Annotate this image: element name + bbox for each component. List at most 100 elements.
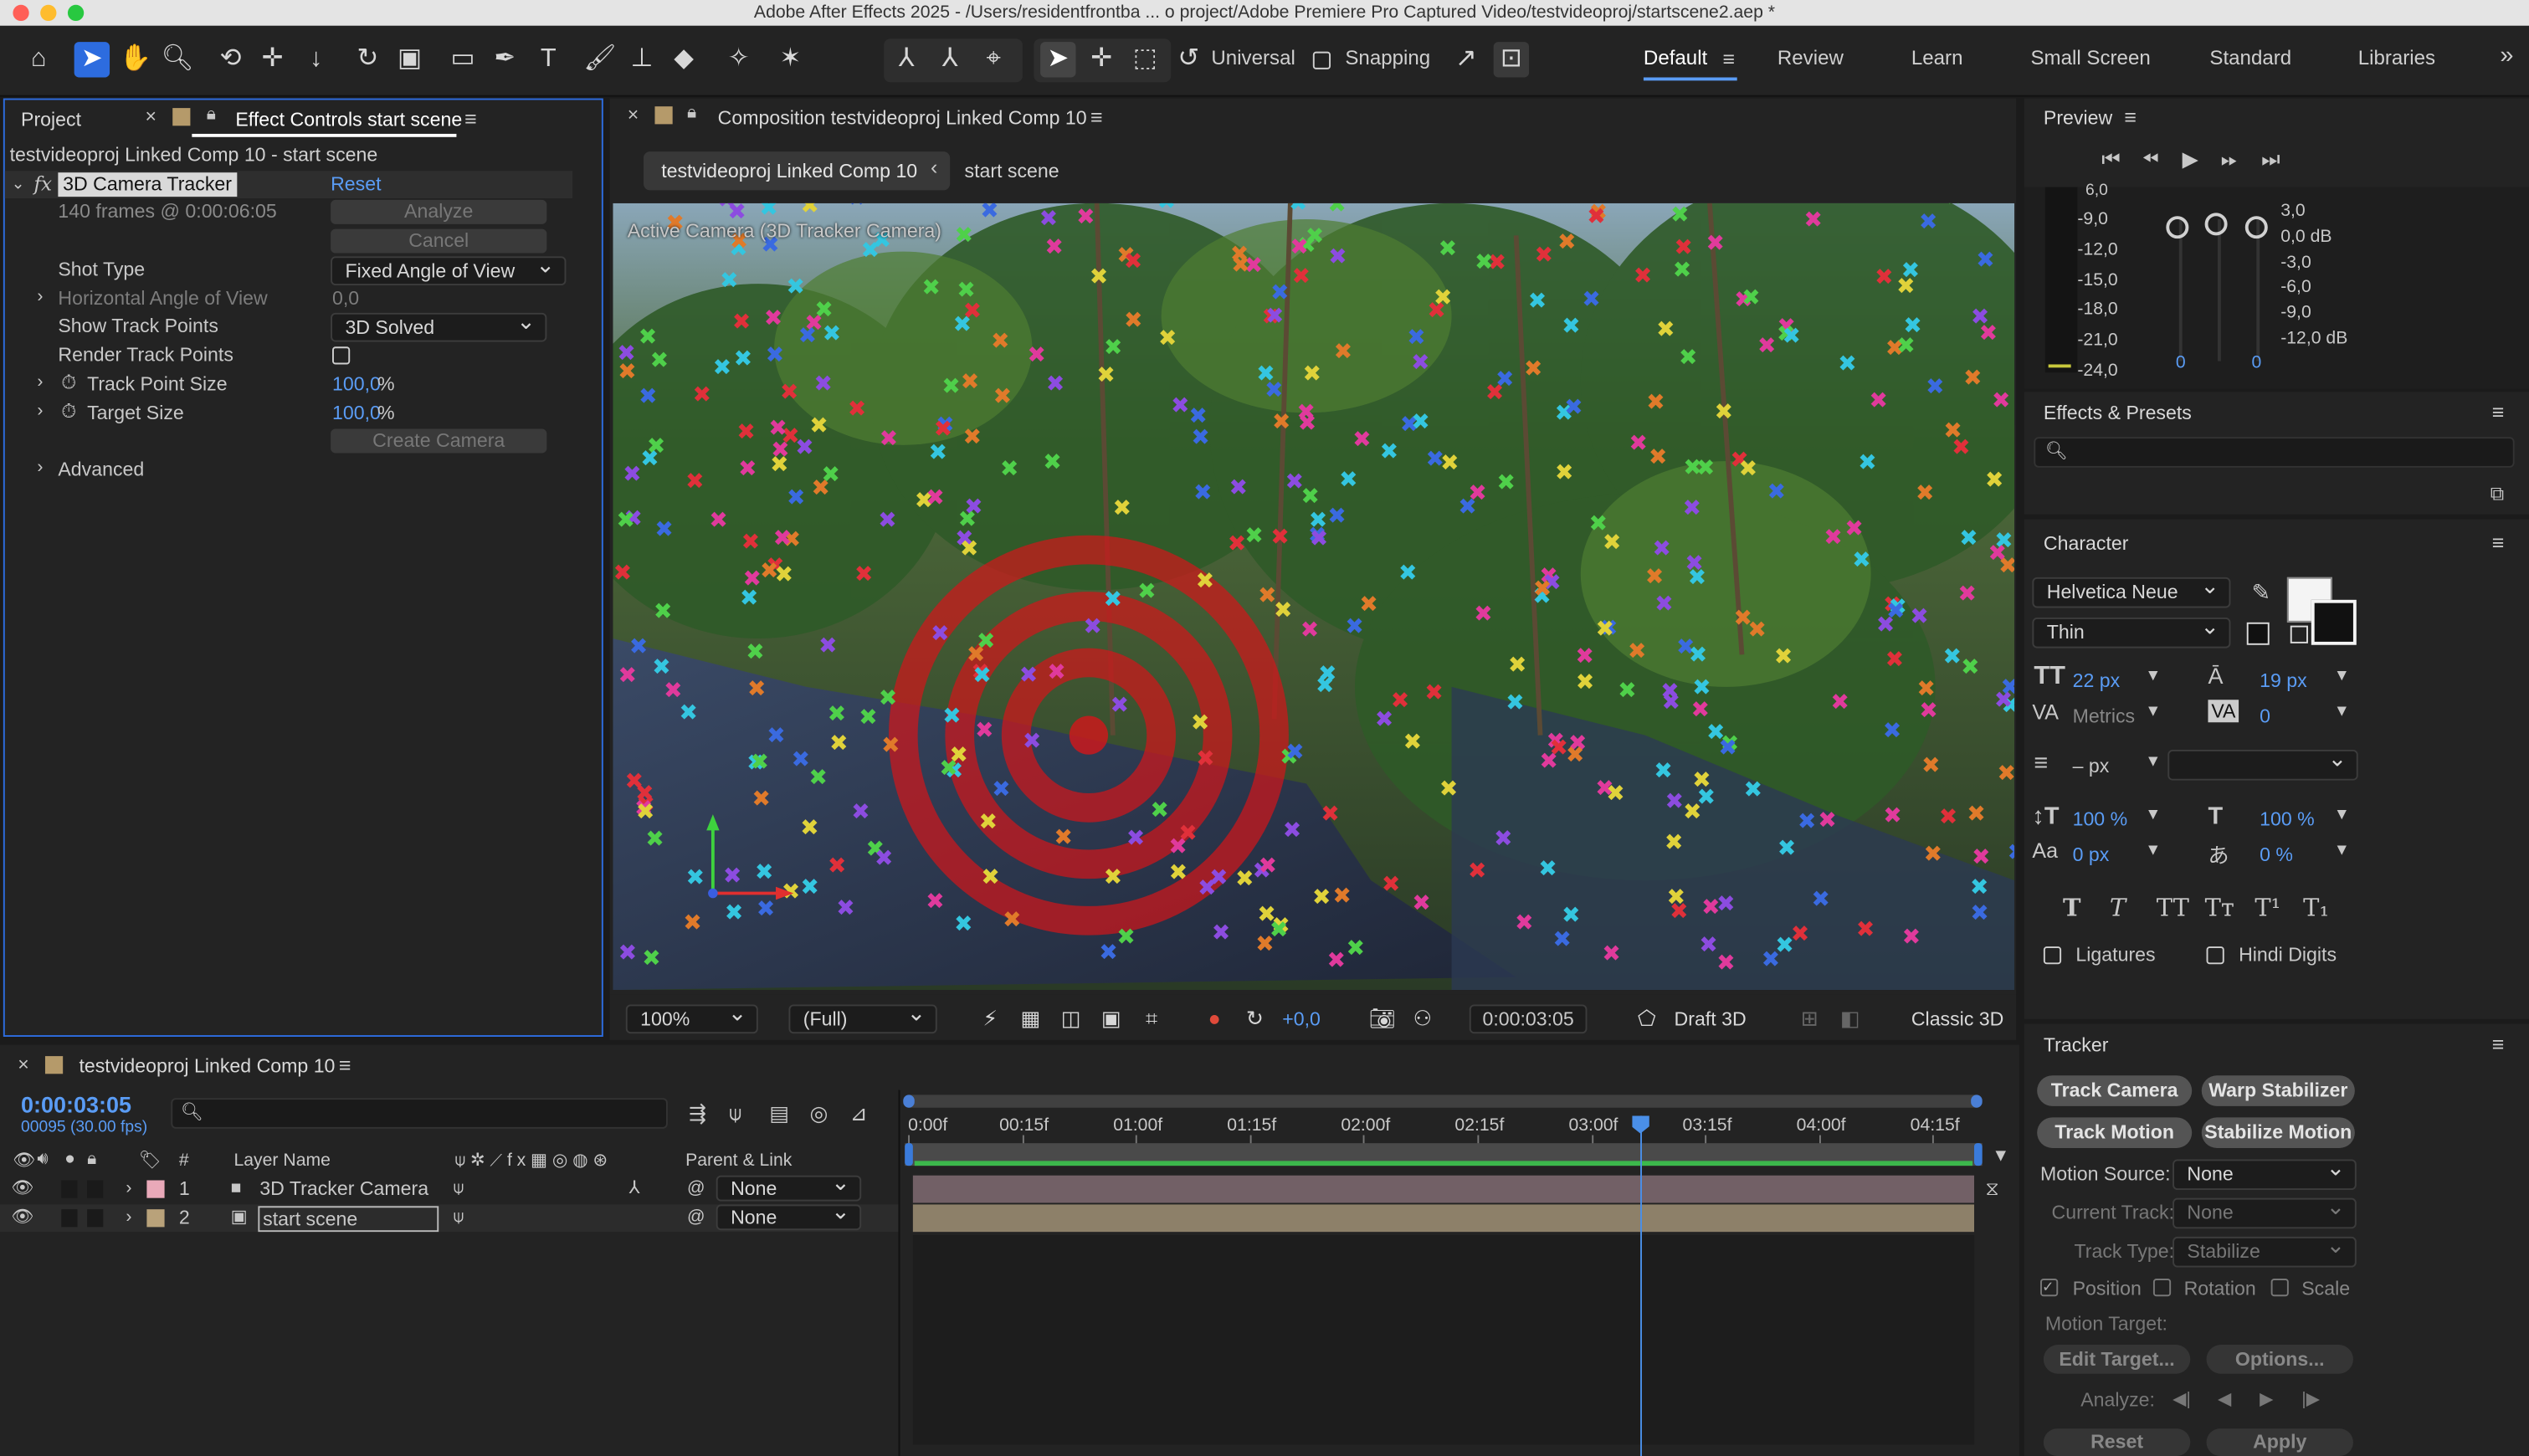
tab-project[interactable]: Project <box>21 108 81 131</box>
view-layout-icon[interactable]: ⊞ <box>1792 1002 1827 1037</box>
play-icon[interactable]: ▶ <box>2183 146 2198 172</box>
expand-track-point-size-icon[interactable]: › <box>37 372 43 392</box>
tracking-dropdown-icon[interactable]: ▼ <box>2334 703 2350 720</box>
region-of-interest-icon[interactable]: ▣ <box>1094 1002 1129 1037</box>
motion-source-dropdown[interactable]: None <box>2172 1155 2357 1191</box>
layer-name[interactable]: 3D Tracker Camera <box>259 1176 428 1203</box>
workspace-default[interactable]: Default <box>1644 47 1707 69</box>
draft-3d-icon[interactable]: ⬠ <box>1629 1002 1665 1037</box>
playhead[interactable] <box>1631 1115 1649 1456</box>
reset-exposure-icon[interactable]: ↻ <box>1237 1002 1272 1037</box>
stroke-width-value[interactable]: – px <box>2073 755 2110 777</box>
position-checkbox[interactable]: ✓ <box>2040 1279 2059 1297</box>
advanced-group[interactable]: Advanced <box>58 458 144 480</box>
render-track-points-checkbox[interactable] <box>332 346 351 365</box>
type-tool-icon[interactable]: T <box>531 42 566 77</box>
snapshot-camera-icon[interactable]: 📷︎ <box>1364 1002 1399 1037</box>
lock-toggle[interactable] <box>87 1180 104 1198</box>
cancel-button[interactable]: Cancel <box>331 228 547 254</box>
panel-menu-icon[interactable]: ≡ <box>2492 531 2505 555</box>
analyze-button[interactable]: Analyze <box>331 199 547 224</box>
tab-timeline[interactable]: testvideoproj Linked Comp 10 <box>79 1054 335 1077</box>
effect-header-row[interactable]: ⌄ fx 3D Camera Tracker Reset <box>4 171 573 199</box>
tsume-value[interactable]: 0 % <box>2260 843 2293 866</box>
comp-breadcrumb-next[interactable]: start scene <box>965 160 1059 182</box>
all-caps-icon[interactable]: TT <box>2157 894 2189 923</box>
close-window-button[interactable] <box>13 4 29 22</box>
close-tab-icon[interactable]: × <box>18 1053 29 1075</box>
panel-menu-icon[interactable]: ≡ <box>1090 105 1103 129</box>
layer-name[interactable]: start scene <box>258 1206 439 1233</box>
roto-brush-icon[interactable]: ✧ <box>721 42 757 77</box>
tab-composition[interactable]: Composition testvideoproj Linked Comp 10 <box>718 106 1087 129</box>
solo-toggle[interactable] <box>61 1209 78 1228</box>
layer-name-header[interactable]: Layer Name <box>233 1151 330 1171</box>
rectangle-tool-icon[interactable]: ▭ <box>445 42 480 77</box>
audio-fader-knob[interactable] <box>2166 216 2189 239</box>
shy-layers-icon[interactable]: ⍦ <box>729 1101 741 1127</box>
hand-tool-icon[interactable]: ✋ <box>118 42 153 77</box>
snapping-label[interactable]: Snapping <box>1345 47 1430 69</box>
workspace-learn[interactable]: Learn <box>1911 47 1963 69</box>
edit-target-button[interactable]: Edit Target... <box>2043 1345 2191 1374</box>
target-size-value[interactable]: 100,0 <box>332 402 381 424</box>
resolution-dropdown[interactable]: (Full) <box>788 1000 937 1034</box>
no-fill-icon[interactable] <box>2290 625 2308 643</box>
comp-marker-bin-icon[interactable]: ▼ <box>1992 1146 2009 1166</box>
create-camera-button[interactable]: Create Camera <box>331 428 547 454</box>
panel-menu-icon[interactable]: ≡ <box>339 1053 351 1077</box>
analyze-back-multiple-icon[interactable]: ◀| <box>2172 1388 2191 1409</box>
faux-bold-icon[interactable]: T <box>2063 894 2081 923</box>
ligatures-checkbox[interactable] <box>2043 946 2062 965</box>
stabilize-motion-button[interactable]: Stabilize Motion <box>2201 1117 2355 1148</box>
expand-advanced-icon[interactable]: › <box>37 458 43 477</box>
leading-dropdown-icon[interactable]: ▼ <box>2334 668 2350 685</box>
close-tab-icon[interactable]: × <box>145 105 156 127</box>
next-frame-icon[interactable]: ⏩︎ <box>2221 146 2238 172</box>
snap-grid-icon[interactable]: ⊡ <box>1493 42 1530 78</box>
superscript-icon[interactable]: T¹ <box>2255 894 2280 923</box>
pick-whip-icon[interactable]: @ <box>687 1176 705 1203</box>
pick-whip-icon[interactable]: @ <box>687 1204 705 1232</box>
exposure-value[interactable]: +0,0 <box>1282 1007 1321 1030</box>
color-channels-icon[interactable]: ● <box>1197 1002 1232 1037</box>
tsume-dropdown-icon[interactable]: ▼ <box>2334 842 2350 859</box>
lock-icon[interactable]: 🔒︎ <box>87 1150 96 1171</box>
workspace-review[interactable]: Review <box>1777 47 1844 69</box>
font-size-dropdown-icon[interactable]: ▼ <box>2145 668 2161 685</box>
hindi-digits-checkbox[interactable] <box>2206 946 2224 965</box>
panel-menu-icon[interactable]: ≡ <box>464 106 477 131</box>
home-icon[interactable]: ⌂ <box>21 42 56 77</box>
composition-flowchart-icon[interactable]: ⇶ <box>689 1101 706 1127</box>
current-time-display[interactable]: 0:00:03:05 <box>1469 1004 1588 1034</box>
minimize-window-button[interactable] <box>40 4 57 22</box>
analyze-forward-multiple-icon[interactable]: |▶ <box>2301 1388 2320 1409</box>
zoom-dropdown[interactable]: 100% <box>625 1000 758 1034</box>
zoom-tool-icon[interactable]: 🔍︎ <box>160 42 195 77</box>
comp-breadcrumb-active[interactable]: testvideoproj Linked Comp 10 ‹ <box>643 151 951 191</box>
apply-button[interactable]: Apply <box>2206 1428 2353 1456</box>
select-3d-icon[interactable]: ➤ <box>1040 42 1076 78</box>
baseline-shift-value[interactable]: 0 px <box>2073 843 2110 866</box>
3d-view-icon[interactable]: ◧ <box>1832 1002 1867 1037</box>
scale-checkbox[interactable] <box>2270 1279 2289 1297</box>
kerning-value[interactable]: Metrics <box>2073 705 2136 727</box>
maximize-window-button[interactable] <box>67 4 85 22</box>
navigator-start-handle[interactable] <box>903 1095 915 1108</box>
previous-frame-icon[interactable]: ⏪︎ <box>2142 146 2158 172</box>
audio-fader-knob[interactable] <box>2204 213 2228 236</box>
collapse-effect-icon[interactable]: ⌄ <box>11 171 24 198</box>
time-navigator[interactable] <box>903 1095 1983 1108</box>
leading-value[interactable]: 19 px <box>2260 669 2307 692</box>
close-tab-icon[interactable]: × <box>628 103 639 126</box>
local-axis-icon[interactable]: ⅄ <box>889 42 924 77</box>
expand-layer-icon[interactable]: › <box>126 1204 131 1232</box>
stopwatch-icon[interactable]: ⏱︎ <box>61 371 76 395</box>
panel-menu-icon[interactable]: ≡ <box>2492 400 2505 424</box>
work-area-end-handle[interactable] <box>1974 1143 1983 1166</box>
stroke-color-swatch[interactable] <box>2311 599 2357 645</box>
frame-blending-icon[interactable]: ▤ <box>769 1101 789 1127</box>
layer-label-color[interactable] <box>146 1180 165 1198</box>
black-color-icon[interactable] <box>2246 622 2270 645</box>
label-icon[interactable]: 🏷︎ <box>139 1150 162 1171</box>
